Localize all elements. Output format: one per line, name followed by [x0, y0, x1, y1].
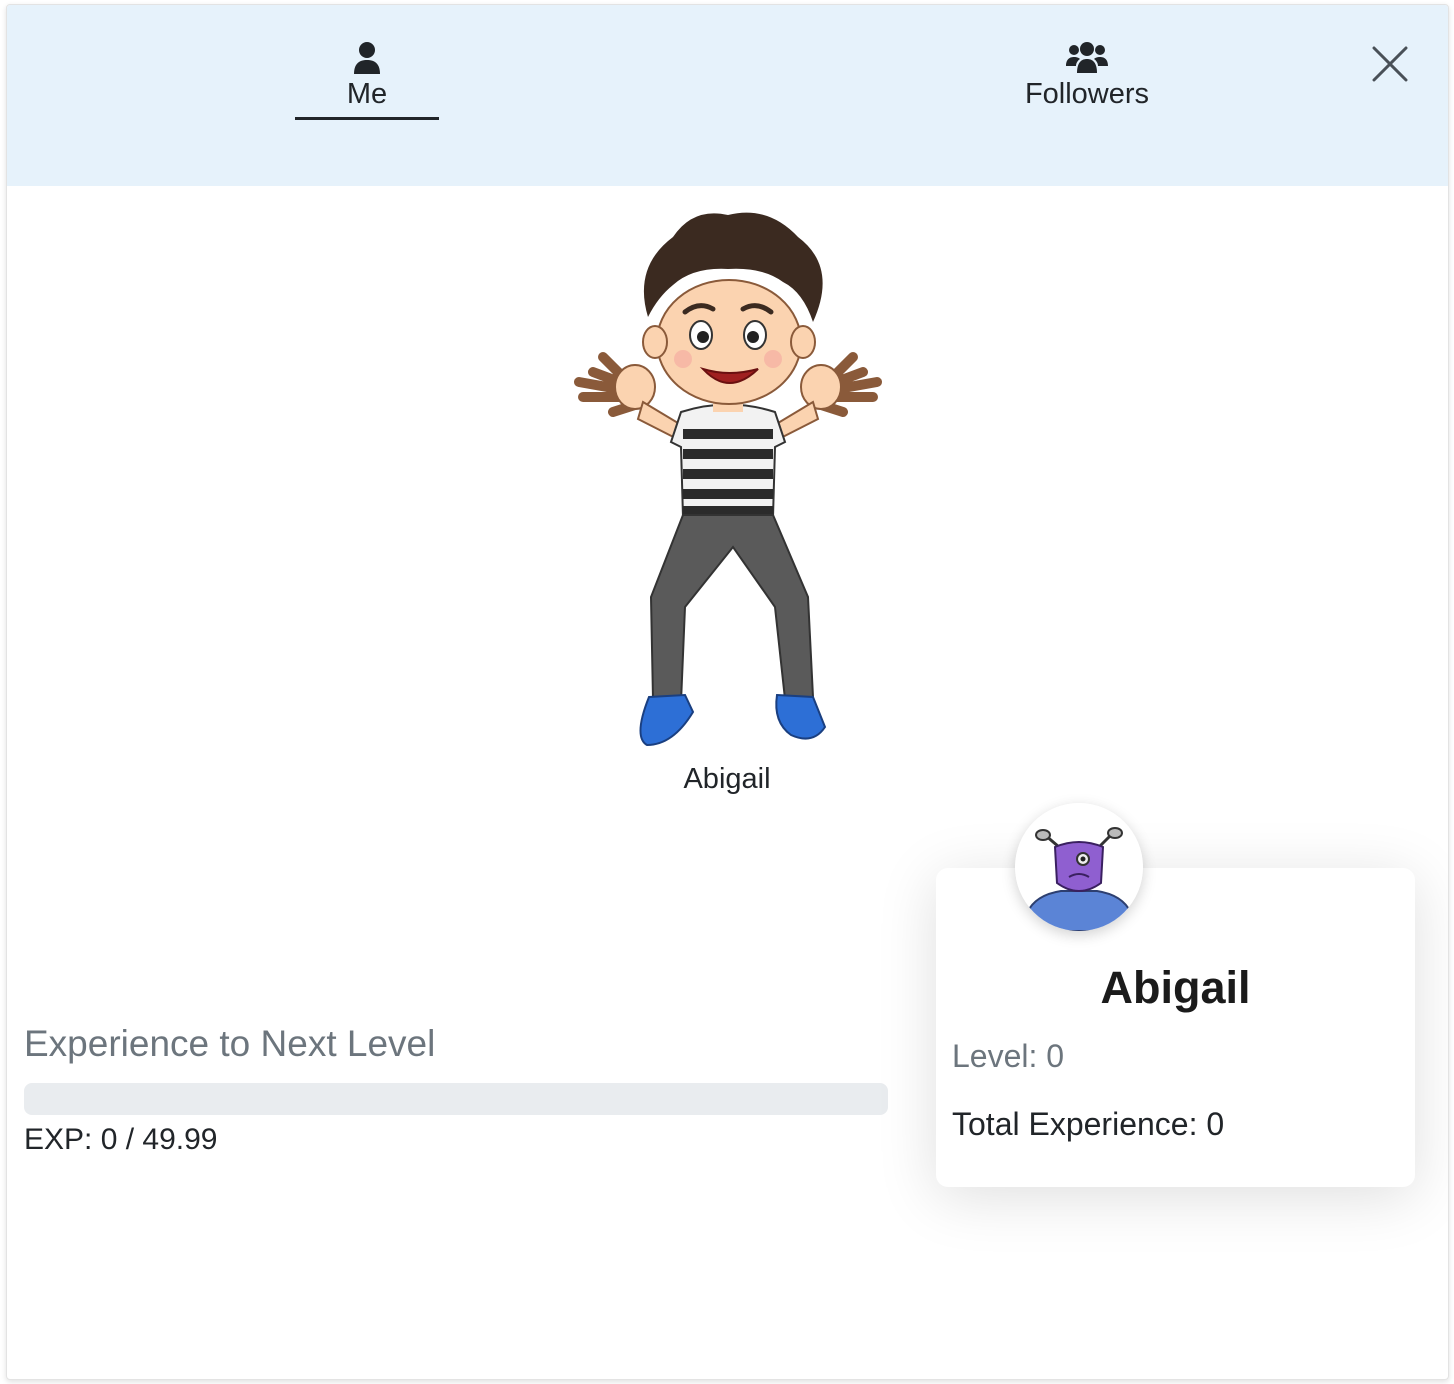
character-image [563, 197, 893, 753]
active-tab-indicator [295, 117, 439, 120]
users-icon [1066, 33, 1108, 75]
character-name: Abigail [683, 763, 771, 795]
profile-card-total-experience: Total Experience: 0 [952, 1106, 1225, 1142]
experience-text: EXP: 0 / 49.99 [24, 1123, 218, 1156]
alien-avatar-icon [1015, 803, 1143, 931]
close-button[interactable] [1369, 43, 1411, 85]
tab-followers-label: Followers [1024, 78, 1150, 110]
modal-header: Me Followers [7, 5, 1448, 186]
user-icon [352, 33, 382, 75]
tab-me-label: Me [346, 78, 388, 110]
profile-card-level: Level: 0 [952, 1038, 1065, 1074]
tab-me[interactable]: Me [295, 33, 439, 120]
profile-card-name: Abigail [1100, 962, 1251, 1013]
close-icon [1372, 46, 1408, 82]
tab-followers[interactable]: Followers [997, 33, 1177, 111]
experience-progress-bar [24, 1083, 888, 1115]
profile-modal: Me Followers Abigail Experience to Next … [6, 4, 1449, 1380]
experience-title: Experience to Next Level [24, 1023, 436, 1064]
